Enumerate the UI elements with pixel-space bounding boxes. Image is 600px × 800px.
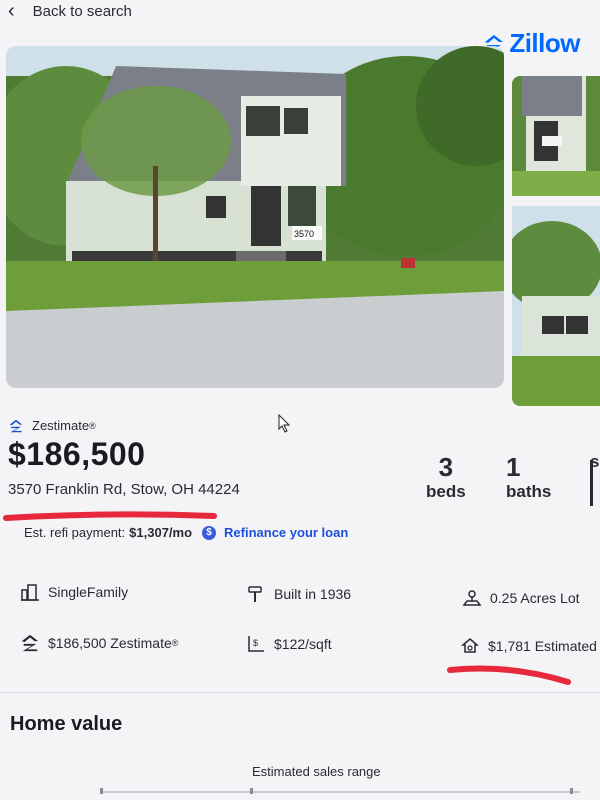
chevron-left-icon: ‹ bbox=[8, 0, 15, 22]
mouse-cursor-icon bbox=[278, 414, 291, 433]
main-photo[interactable]: 3570 bbox=[6, 46, 504, 388]
refi-row: Est. refi payment: $1,307/mo $ Refinance… bbox=[24, 525, 348, 540]
refi-label: Est. refi payment: bbox=[24, 525, 126, 540]
fact-rent-estimate-text: $1,781 Estimated r bbox=[488, 638, 600, 654]
fact-year-built: Built in 1936 bbox=[246, 584, 351, 604]
zestimate-logo-icon bbox=[9, 419, 23, 432]
fact-lot-size-text: 0.25 Acres Lot bbox=[490, 590, 580, 606]
beds-label: beds bbox=[426, 482, 466, 501]
side-photos[interactable] bbox=[512, 76, 600, 406]
baths-label: baths bbox=[506, 482, 552, 501]
beds-value: 3 bbox=[438, 452, 454, 482]
registered-mark: ® bbox=[89, 420, 96, 431]
zestimate-text: Zestimate bbox=[32, 418, 90, 433]
fact-year-built-text: Built in 1936 bbox=[274, 586, 352, 602]
baths-stat: 1 baths bbox=[506, 452, 551, 502]
section-divider bbox=[0, 692, 600, 693]
price: $186,500 bbox=[8, 436, 146, 472]
lot-size-icon bbox=[462, 590, 482, 606]
fact-home-type: SingleFamily bbox=[20, 582, 128, 602]
home-value-heading: Home value bbox=[10, 713, 123, 735]
zestimate-label: Zestimate ® bbox=[8, 418, 96, 433]
fact-price-per-sqft: $ $122/sqft bbox=[246, 634, 332, 654]
hammer-icon bbox=[248, 586, 262, 602]
logo-text: Zillow bbox=[509, 28, 580, 58]
sales-range-bar bbox=[100, 788, 580, 794]
sales-range-label: Estimated sales range bbox=[252, 764, 381, 779]
top-bar: ‹ Back to search bbox=[0, 0, 600, 30]
address: 3570 Franklin Rd, Stow, OH 44224 bbox=[8, 481, 240, 498]
rent-annotation-underline bbox=[447, 665, 571, 685]
rent-estimate-icon bbox=[460, 638, 480, 653]
fact-home-type-text: SingleFamily bbox=[48, 584, 129, 600]
fact-price-per-sqft-text: $122/sqft bbox=[274, 636, 332, 652]
refinance-link[interactable]: Refinance your loan bbox=[224, 525, 348, 540]
refi-amount: $1,307/mo bbox=[129, 525, 193, 540]
fact-zestimate: $186,500 Zestimate ® bbox=[20, 633, 178, 653]
price-per-sqft-icon: $ bbox=[248, 636, 264, 652]
zestimate-icon bbox=[21, 634, 39, 652]
fact-zestimate-text: $186,500 Zestimate bbox=[48, 635, 172, 651]
building-icon bbox=[21, 584, 39, 601]
fact-rent-estimate: $1,781 Estimated r bbox=[460, 636, 600, 656]
fact-lot-size: 0.25 Acres Lot bbox=[462, 588, 580, 608]
back-label: Back to search bbox=[32, 2, 132, 20]
beds-stat: 3 beds bbox=[426, 452, 466, 502]
house-number-sign: 3570 bbox=[294, 229, 314, 239]
baths-value: 1 bbox=[506, 452, 521, 482]
back-to-search-link[interactable]: ‹ Back to search bbox=[8, 0, 132, 22]
stat-divider bbox=[590, 460, 593, 506]
svg-text:$: $ bbox=[253, 638, 258, 648]
dollar-circle-icon: $ bbox=[202, 525, 217, 540]
fact-zestimate-mark: ® bbox=[171, 638, 179, 648]
